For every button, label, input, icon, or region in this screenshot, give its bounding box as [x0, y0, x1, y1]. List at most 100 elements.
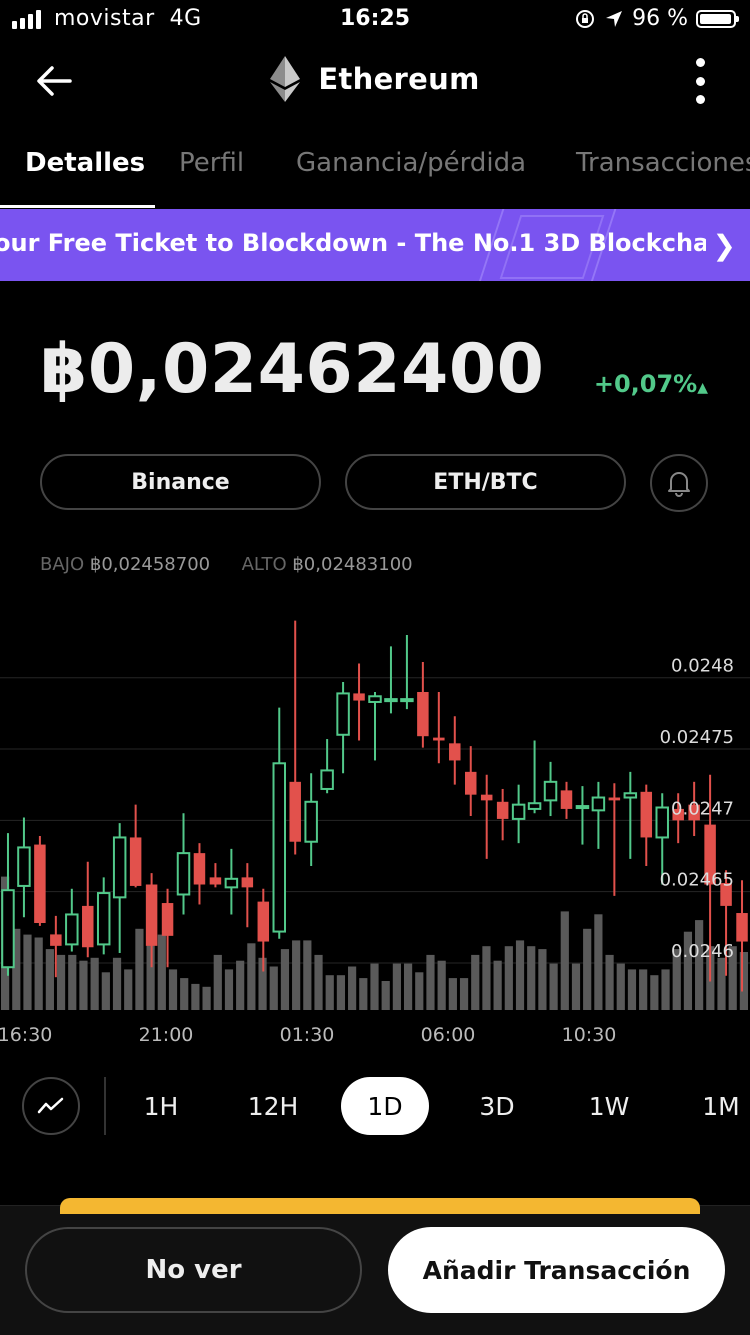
- more-options-button[interactable]: [688, 58, 712, 104]
- range-1m[interactable]: 1M: [677, 1077, 750, 1135]
- banner-text: our Free Ticket to Blockdown - The No.1 …: [0, 229, 706, 257]
- candle-body: [96, 892, 111, 946]
- candle-body: [289, 781, 301, 842]
- candle-body: [655, 806, 669, 839]
- bottom-action-bar: No ver Añadir Transacción: [0, 1198, 750, 1335]
- volume-bar: [381, 981, 390, 1010]
- volume-bar: [627, 969, 637, 1010]
- ethereum-icon: [270, 56, 301, 102]
- volume-bar: [236, 960, 245, 1010]
- candle-body: [1, 889, 15, 969]
- candle-body: [272, 762, 287, 933]
- candle-body: [511, 803, 526, 820]
- y-tick-label: 0.02465: [660, 870, 734, 891]
- y-tick-label: 0.0248: [671, 656, 734, 677]
- candle-body: [623, 792, 638, 799]
- triangle-up-icon: ▲: [697, 380, 708, 396]
- chart-type-toggle[interactable]: [22, 1077, 80, 1135]
- price-chart[interactable]: 0.0248 0.02475 0.0247 0.02465 0.0246 16:30 21:…: [0, 605, 750, 1050]
- tab-ganancia-perdida[interactable]: Ganancia/pérdida: [296, 148, 526, 178]
- volume-bar: [101, 972, 110, 1010]
- volume-bar: [571, 963, 581, 1010]
- candle-body: [417, 691, 429, 737]
- volume-bar: [68, 954, 77, 1010]
- time-range-selector: 1H 12H 1D 3D 1W 1M: [0, 1075, 750, 1140]
- volume-bar: [269, 966, 278, 1010]
- bell-icon: [668, 472, 690, 497]
- range-12h[interactable]: 12H: [229, 1077, 317, 1135]
- volume-bar: [504, 946, 513, 1010]
- candle-body: [193, 853, 206, 885]
- volume-bar: [493, 960, 502, 1010]
- low-label: BAJO: [40, 554, 85, 575]
- volume-bar: [605, 954, 614, 1010]
- tab-bar: Detalles Perfil Ganancia/pérdida Transac…: [0, 128, 750, 208]
- volume-bar: [112, 957, 122, 1010]
- volume-bar: [426, 954, 435, 1010]
- range-1h[interactable]: 1H: [117, 1077, 205, 1135]
- volume-bar: [527, 946, 536, 1010]
- candle-body: [224, 877, 239, 889]
- hidden-card-edge: [60, 1198, 700, 1214]
- battery-icon: [696, 9, 739, 28]
- candle-body: [82, 905, 94, 948]
- low-high-row: BAJO ฿0,02458700 ALTO ฿0,02483100: [40, 554, 413, 575]
- add-transaction-button[interactable]: Añadir Transacción: [388, 1227, 725, 1313]
- low-value: ฿0,02458700: [89, 554, 211, 575]
- x-tick-label: 10:30: [562, 1024, 617, 1046]
- y-tick-label: 0.0246: [671, 941, 734, 962]
- volume-bar: [23, 934, 32, 1010]
- candle-body: [368, 695, 382, 703]
- volume-bar: [515, 940, 525, 1010]
- x-tick-label: 16:30: [0, 1024, 52, 1046]
- tab-perfil[interactable]: Perfil: [179, 148, 244, 178]
- status-bar: movistar 4G 16:25 96 %: [0, 0, 750, 40]
- tab-transacciones[interactable]: Transacciones: [576, 148, 750, 178]
- candle-body: [65, 913, 79, 946]
- volume-bar: [292, 940, 301, 1010]
- volume-bar: [348, 966, 357, 1010]
- volume-bar: [90, 957, 99, 1010]
- exchange-selector[interactable]: Binance: [40, 454, 321, 510]
- candle-body: [400, 698, 414, 703]
- candle-body: [320, 769, 334, 790]
- volume-bar: [639, 969, 648, 1010]
- candle-body: [480, 794, 493, 801]
- volume-bar: [538, 949, 547, 1010]
- volume-bar: [359, 978, 368, 1010]
- nav-title: Ethereum: [0, 56, 750, 102]
- tab-detalles[interactable]: Detalles: [25, 148, 145, 178]
- volume-bar: [471, 954, 480, 1010]
- y-tick-label: 0.02475: [660, 727, 734, 748]
- pair-selector[interactable]: ETH/BTC: [345, 454, 626, 510]
- range-1w[interactable]: 1W: [565, 1077, 653, 1135]
- promo-banner[interactable]: our Free Ticket to Blockdown - The No.1 …: [0, 209, 750, 281]
- price-change: +0,07%▲: [594, 370, 708, 398]
- x-tick-label: 21:00: [139, 1024, 194, 1046]
- candle-body: [50, 934, 62, 946]
- volume-bar: [616, 963, 625, 1010]
- y-tick-label: 0.0247: [671, 798, 734, 819]
- volume-bar: [191, 983, 200, 1010]
- volume-bar: [459, 978, 469, 1010]
- hide-button[interactable]: No ver: [25, 1227, 362, 1313]
- candlestick-chart[interactable]: 0.0248 0.02475 0.0247 0.02465 0.0246 16:30 21:…: [0, 605, 750, 1050]
- volume-bar: [224, 969, 234, 1010]
- battery-percent: 96 %: [632, 6, 688, 31]
- volume-bar: [415, 972, 424, 1010]
- volume-bar: [314, 954, 323, 1010]
- volume-bar: [157, 934, 166, 1010]
- candle-body: [112, 836, 127, 899]
- volume-bar: [79, 960, 88, 1010]
- candle-body: [608, 797, 621, 801]
- status-right: 96 %: [574, 6, 739, 31]
- price-alert-button[interactable]: [650, 454, 708, 512]
- range-1d[interactable]: 1D: [341, 1077, 429, 1135]
- volume-bar: [202, 986, 211, 1010]
- chevron-right-icon: ❯: [712, 229, 736, 262]
- volume-bar: [45, 949, 54, 1010]
- candle-body: [449, 743, 461, 761]
- volume-bar: [303, 940, 312, 1010]
- candle-body: [145, 884, 158, 946]
- range-3d[interactable]: 3D: [453, 1077, 541, 1135]
